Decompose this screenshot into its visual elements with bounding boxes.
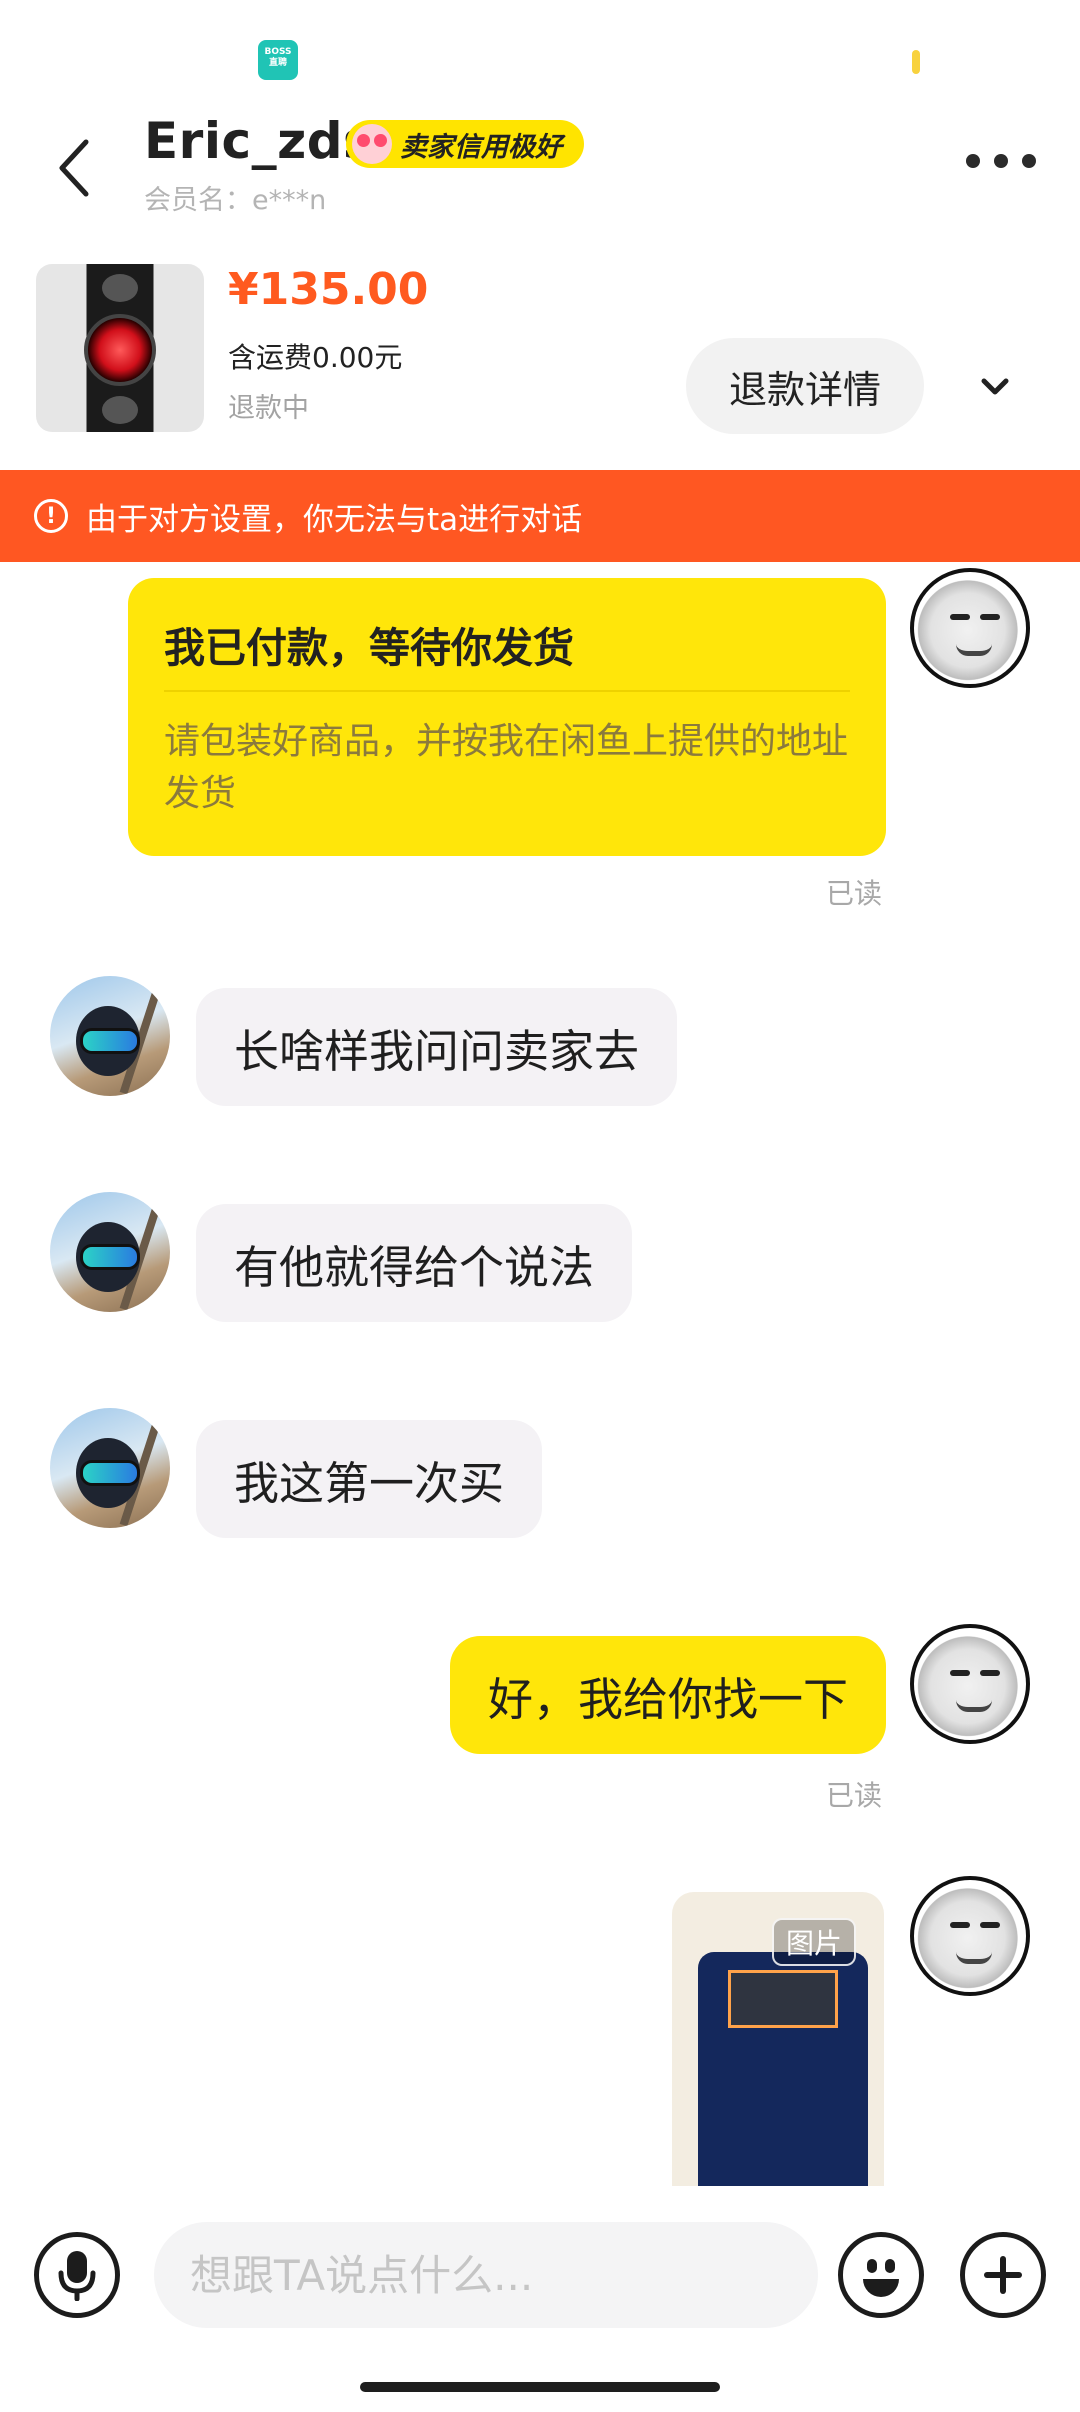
product-price: ¥135.00 xyxy=(228,264,429,315)
read-status: 已读 xyxy=(826,1779,883,1812)
chevron-down-icon xyxy=(981,378,1009,395)
avatar-detail xyxy=(956,644,992,656)
refund-details-button[interactable]: 退款详情 xyxy=(686,338,924,434)
avatar-detail xyxy=(956,1952,992,1964)
my-avatar[interactable] xyxy=(910,1624,1030,1744)
status-indicator xyxy=(912,50,920,74)
input-bar xyxy=(0,2186,1080,2362)
home-indicator[interactable] xyxy=(360,2382,720,2392)
divider xyxy=(164,690,850,692)
thumb-detail xyxy=(102,396,138,424)
avatar-detail xyxy=(80,1028,140,1054)
more-dot-icon xyxy=(966,154,980,168)
boss-app-icon: BOSS 直聘 xyxy=(258,40,298,80)
message-input[interactable] xyxy=(154,2222,818,2328)
credit-badge-label: 卖家信用极好 xyxy=(400,131,562,163)
message-bubble[interactable]: 长啥样我问问卖家去 xyxy=(196,988,678,1106)
more-button[interactable] xyxy=(966,146,1036,176)
photo-message[interactable]: 图片 xyxy=(672,1892,884,2186)
other-avatar[interactable] xyxy=(50,1408,170,1528)
avatar-detail xyxy=(950,1922,970,1928)
message-bubble[interactable]: 好，我给你找一下 xyxy=(449,1636,886,1754)
more-dot-icon xyxy=(1022,154,1036,168)
other-avatar[interactable] xyxy=(50,976,170,1096)
emoji-icon xyxy=(885,2259,895,2273)
shipping-fee: 含运费0.00元 xyxy=(228,341,403,374)
expand-button[interactable] xyxy=(970,362,1020,412)
more-dot-icon xyxy=(994,154,1008,168)
microphone-icon xyxy=(58,2251,96,2301)
photo-content xyxy=(728,1970,838,2028)
avatar-detail xyxy=(980,1670,1000,1676)
avatar-detail xyxy=(950,614,970,620)
emoji-icon xyxy=(863,2279,899,2297)
payment-card-desc: 请包装好商品，并按我在闲鱼上提供的地址发货 xyxy=(164,721,849,814)
chevron-left-icon xyxy=(59,139,89,197)
credit-badge[interactable]: 卖家信用极好 xyxy=(346,120,584,168)
status-bar: BOSS 直聘 xyxy=(0,0,1080,120)
avatar-detail xyxy=(980,1922,1000,1928)
product-card[interactable]: ¥135.00 含运费0.00元 退款中 退款详情 xyxy=(0,258,1080,438)
product-thumbnail[interactable] xyxy=(36,264,204,432)
avatar-detail xyxy=(950,1670,970,1676)
chat-messages[interactable]: 我已付款，等待你发货 请包装好商品，并按我在闲鱼上提供的地址发货 已读 长啥样我… xyxy=(0,562,1080,2186)
my-avatar[interactable] xyxy=(910,568,1030,688)
photo-tag: 图片 xyxy=(772,1918,857,1966)
order-status: 退款中 xyxy=(228,393,309,424)
payment-card-title: 我已付款，等待你发货 xyxy=(164,624,574,672)
other-avatar[interactable] xyxy=(50,1192,170,1312)
avatar-detail xyxy=(80,1460,140,1486)
thumb-detail xyxy=(102,274,138,302)
avatar-detail xyxy=(980,614,1000,620)
avatar-detail xyxy=(80,1244,140,1270)
plus-circle-icon[interactable] xyxy=(960,2232,1046,2318)
chat-title[interactable]: Eric_zds xyxy=(144,112,373,170)
avatar-detail xyxy=(956,1700,992,1712)
back-button[interactable] xyxy=(48,128,98,208)
emoji-icon xyxy=(867,2259,877,2273)
member-name: 会员名：e***n xyxy=(144,185,327,216)
chat-header: Eric_zds 卖家信用极好 会员名：e***n xyxy=(0,110,1080,240)
message-bubble[interactable]: 有他就得给个说法 xyxy=(196,1204,633,1322)
voice-button[interactable] xyxy=(34,2232,120,2318)
thumb-detail xyxy=(84,314,156,386)
credit-face-icon xyxy=(352,124,392,164)
read-status: 已读 xyxy=(826,877,883,910)
warning-circle-icon: ! xyxy=(34,499,68,533)
emoji-button[interactable] xyxy=(838,2232,924,2318)
banner-text: 由于对方设置，你无法与ta进行对话 xyxy=(86,501,583,538)
my-avatar[interactable] xyxy=(910,1876,1030,1996)
payment-card[interactable]: 我已付款，等待你发货 请包装好商品，并按我在闲鱼上提供的地址发货 xyxy=(128,578,886,856)
blocked-banner: ! 由于对方设置，你无法与ta进行对话 xyxy=(0,470,1080,562)
message-bubble[interactable]: 我这第一次买 xyxy=(196,1420,543,1538)
